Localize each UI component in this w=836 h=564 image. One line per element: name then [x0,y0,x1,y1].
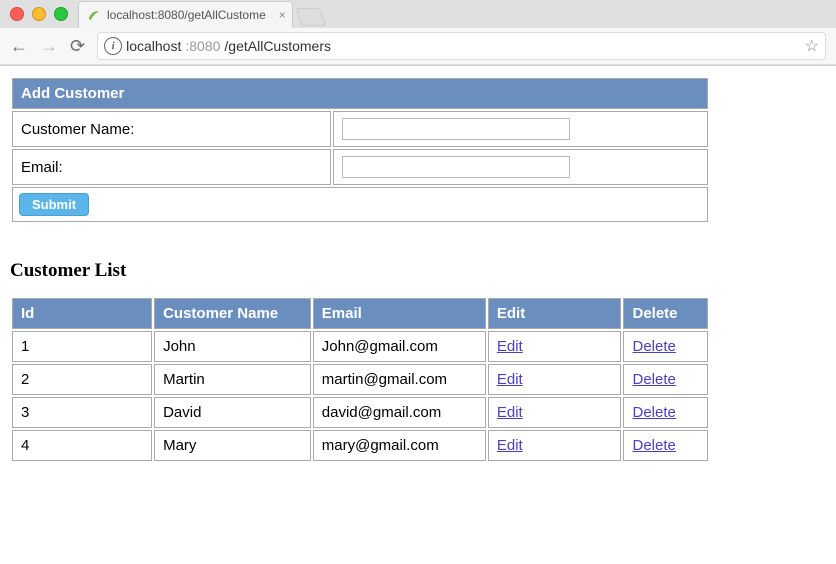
col-header-edit: Edit [488,298,622,329]
browser-tab[interactable]: localhost:8080/getAllCustome × [78,1,293,28]
url-host: localhost [126,38,181,54]
cell-edit: Edit [488,397,622,428]
tab-title: localhost:8080/getAllCustome [107,8,266,22]
reload-button[interactable]: ⟳ [70,36,85,57]
cell-name: David [154,397,311,428]
page-content: Add Customer Customer Name: Email: Submi… [0,66,836,473]
cell-id: 1 [12,331,152,362]
email-input[interactable] [342,156,570,178]
cell-email: david@gmail.com [313,397,486,428]
customer-table: Id Customer Name Email Edit Delete 1John… [10,296,710,463]
cell-name: Martin [154,364,311,395]
table-row: 2Martinmartin@gmail.com Edit Delete [12,364,708,395]
browser-chrome: localhost:8080/getAllCustome × ← → ⟳ i l… [0,0,836,66]
customer-name-input[interactable] [342,118,570,140]
cell-delete: Delete [623,397,708,428]
col-header-delete: Delete [623,298,708,329]
cell-edit: Edit [488,430,622,461]
table-row: 4Marymary@gmail.com Edit Delete [12,430,708,461]
minimize-window-button[interactable] [32,7,46,21]
back-button[interactable]: ← [10,36,28,57]
delete-link[interactable]: Delete [632,371,675,388]
edit-link[interactable]: Edit [497,404,523,421]
form-header: Add Customer [12,78,708,109]
window-controls [0,7,68,21]
edit-link[interactable]: Edit [497,338,523,355]
forward-button[interactable]: → [40,36,58,57]
add-customer-form: Add Customer Customer Name: Email: Submi… [10,76,710,224]
cell-name: Mary [154,430,311,461]
cell-email: martin@gmail.com [313,364,486,395]
bookmark-icon[interactable]: ☆ [805,36,819,56]
maximize-window-button[interactable] [54,7,68,21]
cell-id: 2 [12,364,152,395]
cell-id: 4 [12,430,152,461]
cell-email: John@gmail.com [313,331,486,362]
delete-link[interactable]: Delete [632,404,675,421]
titlebar: localhost:8080/getAllCustome × [0,0,836,28]
customer-name-label: Customer Name: [12,111,331,147]
close-tab-icon[interactable]: × [279,8,286,22]
cell-email: mary@gmail.com [313,430,486,461]
close-window-button[interactable] [10,7,24,21]
cell-delete: Delete [623,430,708,461]
cell-id: 3 [12,397,152,428]
url-path: /getAllCustomers [224,38,331,54]
cell-name: John [154,331,311,362]
email-label: Email: [12,149,331,185]
site-info-icon[interactable]: i [104,37,122,55]
col-header-name: Customer Name [154,298,311,329]
cell-delete: Delete [623,364,708,395]
address-bar[interactable]: i localhost:8080/getAllCustomers ☆ [97,32,826,60]
table-row: 1JohnJohn@gmail.com Edit Delete [12,331,708,362]
url-port: :8080 [185,38,220,54]
toolbar: ← → ⟳ i localhost:8080/getAllCustomers ☆ [0,28,836,65]
delete-link[interactable]: Delete [632,338,675,355]
cell-delete: Delete [623,331,708,362]
col-header-id: Id [12,298,152,329]
favicon-icon [87,8,101,22]
delete-link[interactable]: Delete [632,437,675,454]
submit-button[interactable]: Submit [19,193,89,216]
new-tab-button[interactable] [295,8,326,26]
cell-edit: Edit [488,364,622,395]
edit-link[interactable]: Edit [497,437,523,454]
cell-edit: Edit [488,331,622,362]
table-row: 3Daviddavid@gmail.com Edit Delete [12,397,708,428]
col-header-email: Email [313,298,486,329]
edit-link[interactable]: Edit [497,371,523,388]
customer-list-title: Customer List [10,260,826,282]
